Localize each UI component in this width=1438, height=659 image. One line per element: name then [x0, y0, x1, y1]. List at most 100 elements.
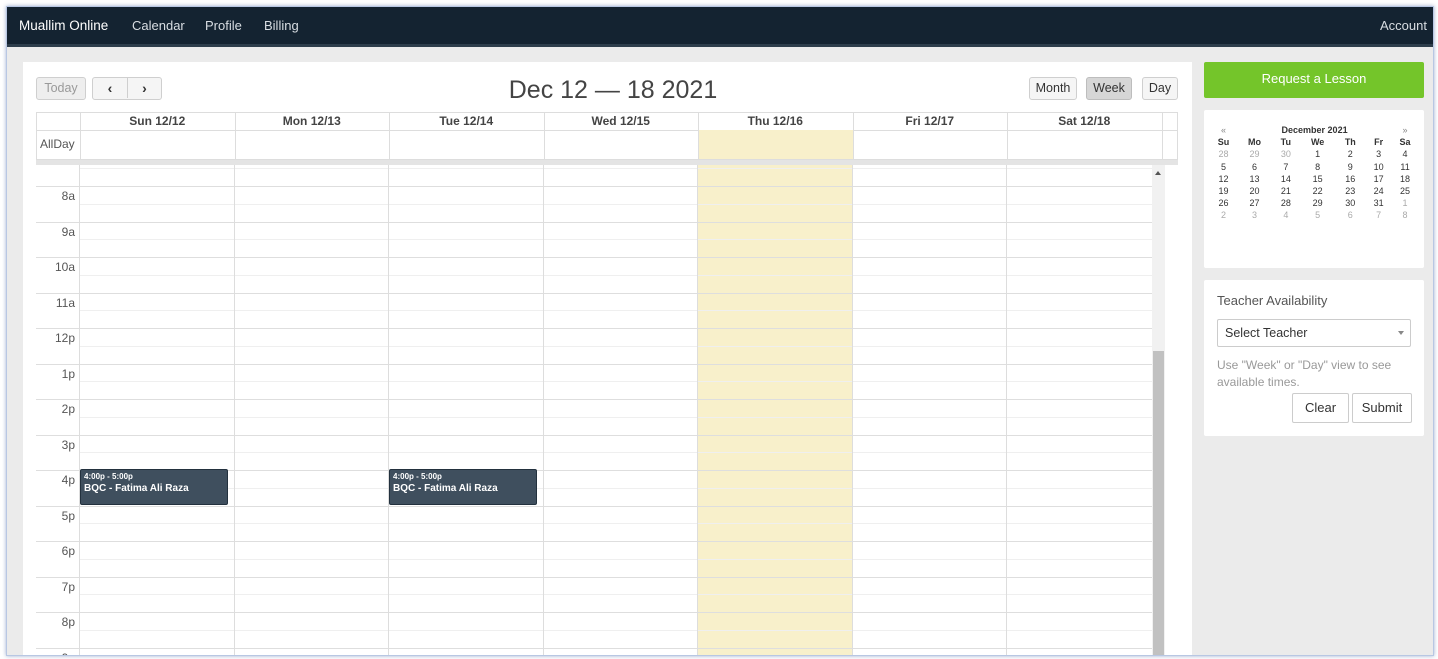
hour-label: 7p [61, 579, 75, 594]
mini-day[interactable]: 31 [1365, 197, 1392, 209]
mini-day[interactable]: 16 [1336, 173, 1366, 185]
calendar-event[interactable]: 4:00p - 5:00p BQC - Fatima Ali Raza [80, 469, 228, 505]
mini-day[interactable]: 6 [1237, 161, 1272, 173]
mini-day[interactable]: 26 [1210, 197, 1237, 209]
mini-day[interactable]: 5 [1210, 161, 1237, 173]
day-header[interactable]: Sat 12/18 [1007, 113, 1162, 131]
mini-next-icon[interactable]: » [1392, 124, 1418, 136]
mini-month-title[interactable]: December 2021 [1237, 124, 1392, 136]
nav-account[interactable]: Account [1380, 18, 1427, 33]
mini-day[interactable]: 6 [1336, 209, 1366, 221]
mini-day[interactable]: 5 [1300, 209, 1336, 221]
mini-day[interactable]: 11 [1392, 161, 1418, 173]
mini-day[interactable]: 12 [1210, 173, 1237, 185]
hour-line [36, 647, 1162, 649]
prev-week-button[interactable]: ‹ [93, 78, 127, 98]
submit-button[interactable]: Submit [1352, 393, 1412, 423]
hour-label: 10a [54, 260, 75, 274]
clear-button[interactable]: Clear [1292, 393, 1349, 423]
mini-day[interactable]: 23 [1336, 185, 1366, 197]
mini-day[interactable]: 3 [1365, 148, 1392, 160]
mini-day[interactable]: 1 [1392, 197, 1418, 209]
mini-day[interactable]: 28 [1210, 148, 1237, 160]
day-header[interactable]: Thu 12/16 [698, 113, 853, 131]
column-divider [388, 165, 389, 655]
column-divider [543, 113, 545, 131]
mini-day[interactable]: 17 [1365, 173, 1392, 185]
calendar-event[interactable]: 4:00p - 5:00p BQC - Fatima Ali Raza [389, 469, 537, 505]
mini-day[interactable]: 1 [1300, 148, 1336, 160]
nav-profile[interactable]: Profile [205, 18, 242, 33]
mini-day[interactable]: 3 [1237, 209, 1272, 221]
hour-line [36, 221, 1162, 223]
scroll-up-icon[interactable] [1155, 171, 1161, 175]
mini-day[interactable]: 25 [1392, 185, 1418, 197]
mini-day[interactable]: 18 [1392, 173, 1418, 185]
hour-line [36, 505, 1162, 507]
mini-day[interactable]: 21 [1272, 185, 1300, 197]
mini-day[interactable]: 15 [1300, 173, 1336, 185]
column-divider [234, 113, 236, 131]
column-divider [233, 165, 235, 655]
teacher-select[interactable]: Select Teacher [1217, 319, 1411, 347]
mini-day[interactable]: 14 [1272, 173, 1300, 185]
mini-day[interactable]: 2 [1210, 209, 1237, 221]
half-hour-line [79, 203, 1162, 205]
today-button[interactable]: Today [36, 77, 86, 100]
mini-prev-icon[interactable]: « [1210, 124, 1237, 136]
mini-day[interactable]: 27 [1237, 197, 1272, 209]
mini-day[interactable]: 24 [1365, 185, 1392, 197]
mini-day[interactable]: 8 [1300, 161, 1336, 173]
mini-day[interactable]: 22 [1300, 185, 1336, 197]
hour-label: 9a [61, 224, 75, 239]
day-header[interactable]: Wed 12/15 [544, 113, 699, 131]
mini-day[interactable]: 2 [1336, 148, 1366, 160]
mini-day[interactable]: 4 [1392, 148, 1418, 160]
nav-calendar[interactable]: Calendar [132, 18, 185, 33]
hour-line [36, 328, 1162, 329]
mini-weekday: Su [1217, 137, 1230, 148]
mini-week-row: 26 27 28 29 30 31 1 [1210, 197, 1418, 209]
calendar-scrollbar[interactable] [1152, 165, 1165, 655]
mini-day[interactable]: 13 [1237, 173, 1272, 185]
scrollbar-thumb[interactable] [1153, 351, 1164, 655]
hour-label: 6p [61, 544, 75, 558]
mini-day[interactable]: 20 [1237, 185, 1272, 197]
next-week-button[interactable]: › [127, 78, 161, 98]
allday-label: AllDay [40, 137, 75, 151]
mini-day[interactable]: 9 [1336, 161, 1366, 173]
hour-label: 11a [55, 295, 75, 310]
mini-day[interactable]: 28 [1272, 197, 1300, 209]
mini-day[interactable]: 30 [1336, 197, 1366, 209]
view-day-button[interactable]: Day [1142, 77, 1178, 100]
allday-row[interactable]: AllDay [36, 130, 1178, 160]
mini-week-row: 28 29 30 1 2 3 4 [1210, 148, 1418, 160]
mini-weekday: We [1310, 137, 1325, 148]
mini-day[interactable]: 19 [1210, 185, 1237, 197]
event-time: 4:00p - 5:00p [393, 472, 442, 481]
today-allday-cell [699, 130, 853, 159]
day-header[interactable]: Mon 12/13 [235, 113, 390, 131]
mini-day[interactable]: 7 [1272, 161, 1300, 173]
time-grid[interactable]: 8a 9a 10a 11a 12p 1p 2p 3p 4p 5p 6p 7p 8p 9p 4:00p - 5… [36, 165, 1162, 655]
brand-link[interactable]: Muallim Online [19, 18, 108, 33]
nav-billing[interactable]: Billing [264, 18, 299, 33]
mini-day[interactable]: 8 [1392, 209, 1418, 221]
mini-day[interactable]: 29 [1237, 148, 1272, 160]
view-month-button[interactable]: Month [1029, 77, 1077, 100]
day-header[interactable]: Fri 12/17 [853, 113, 1008, 131]
mini-day[interactable]: 4 [1272, 209, 1300, 221]
request-lesson-button[interactable]: Request a Lesson [1204, 62, 1424, 98]
mini-day[interactable]: 7 [1365, 209, 1392, 221]
top-navbar: Muallim Online Calendar Profile Billing … [7, 7, 1433, 47]
mini-day[interactable]: 29 [1300, 197, 1336, 209]
day-header[interactable]: Tue 12/14 [389, 113, 544, 131]
mini-week-row: 12 13 14 15 16 17 18 [1210, 173, 1418, 185]
hour-label: 4p [61, 473, 75, 487]
view-week-button[interactable]: Week [1086, 77, 1132, 100]
mini-day[interactable]: 30 [1272, 148, 1300, 160]
mini-week-row: 2345678 [1210, 209, 1418, 221]
teacher-availability-panel: Teacher Availability Select Teacher Use … [1204, 280, 1424, 436]
mini-day[interactable]: 10 [1365, 161, 1392, 173]
day-header[interactable]: Sun 12/12 [80, 113, 235, 131]
